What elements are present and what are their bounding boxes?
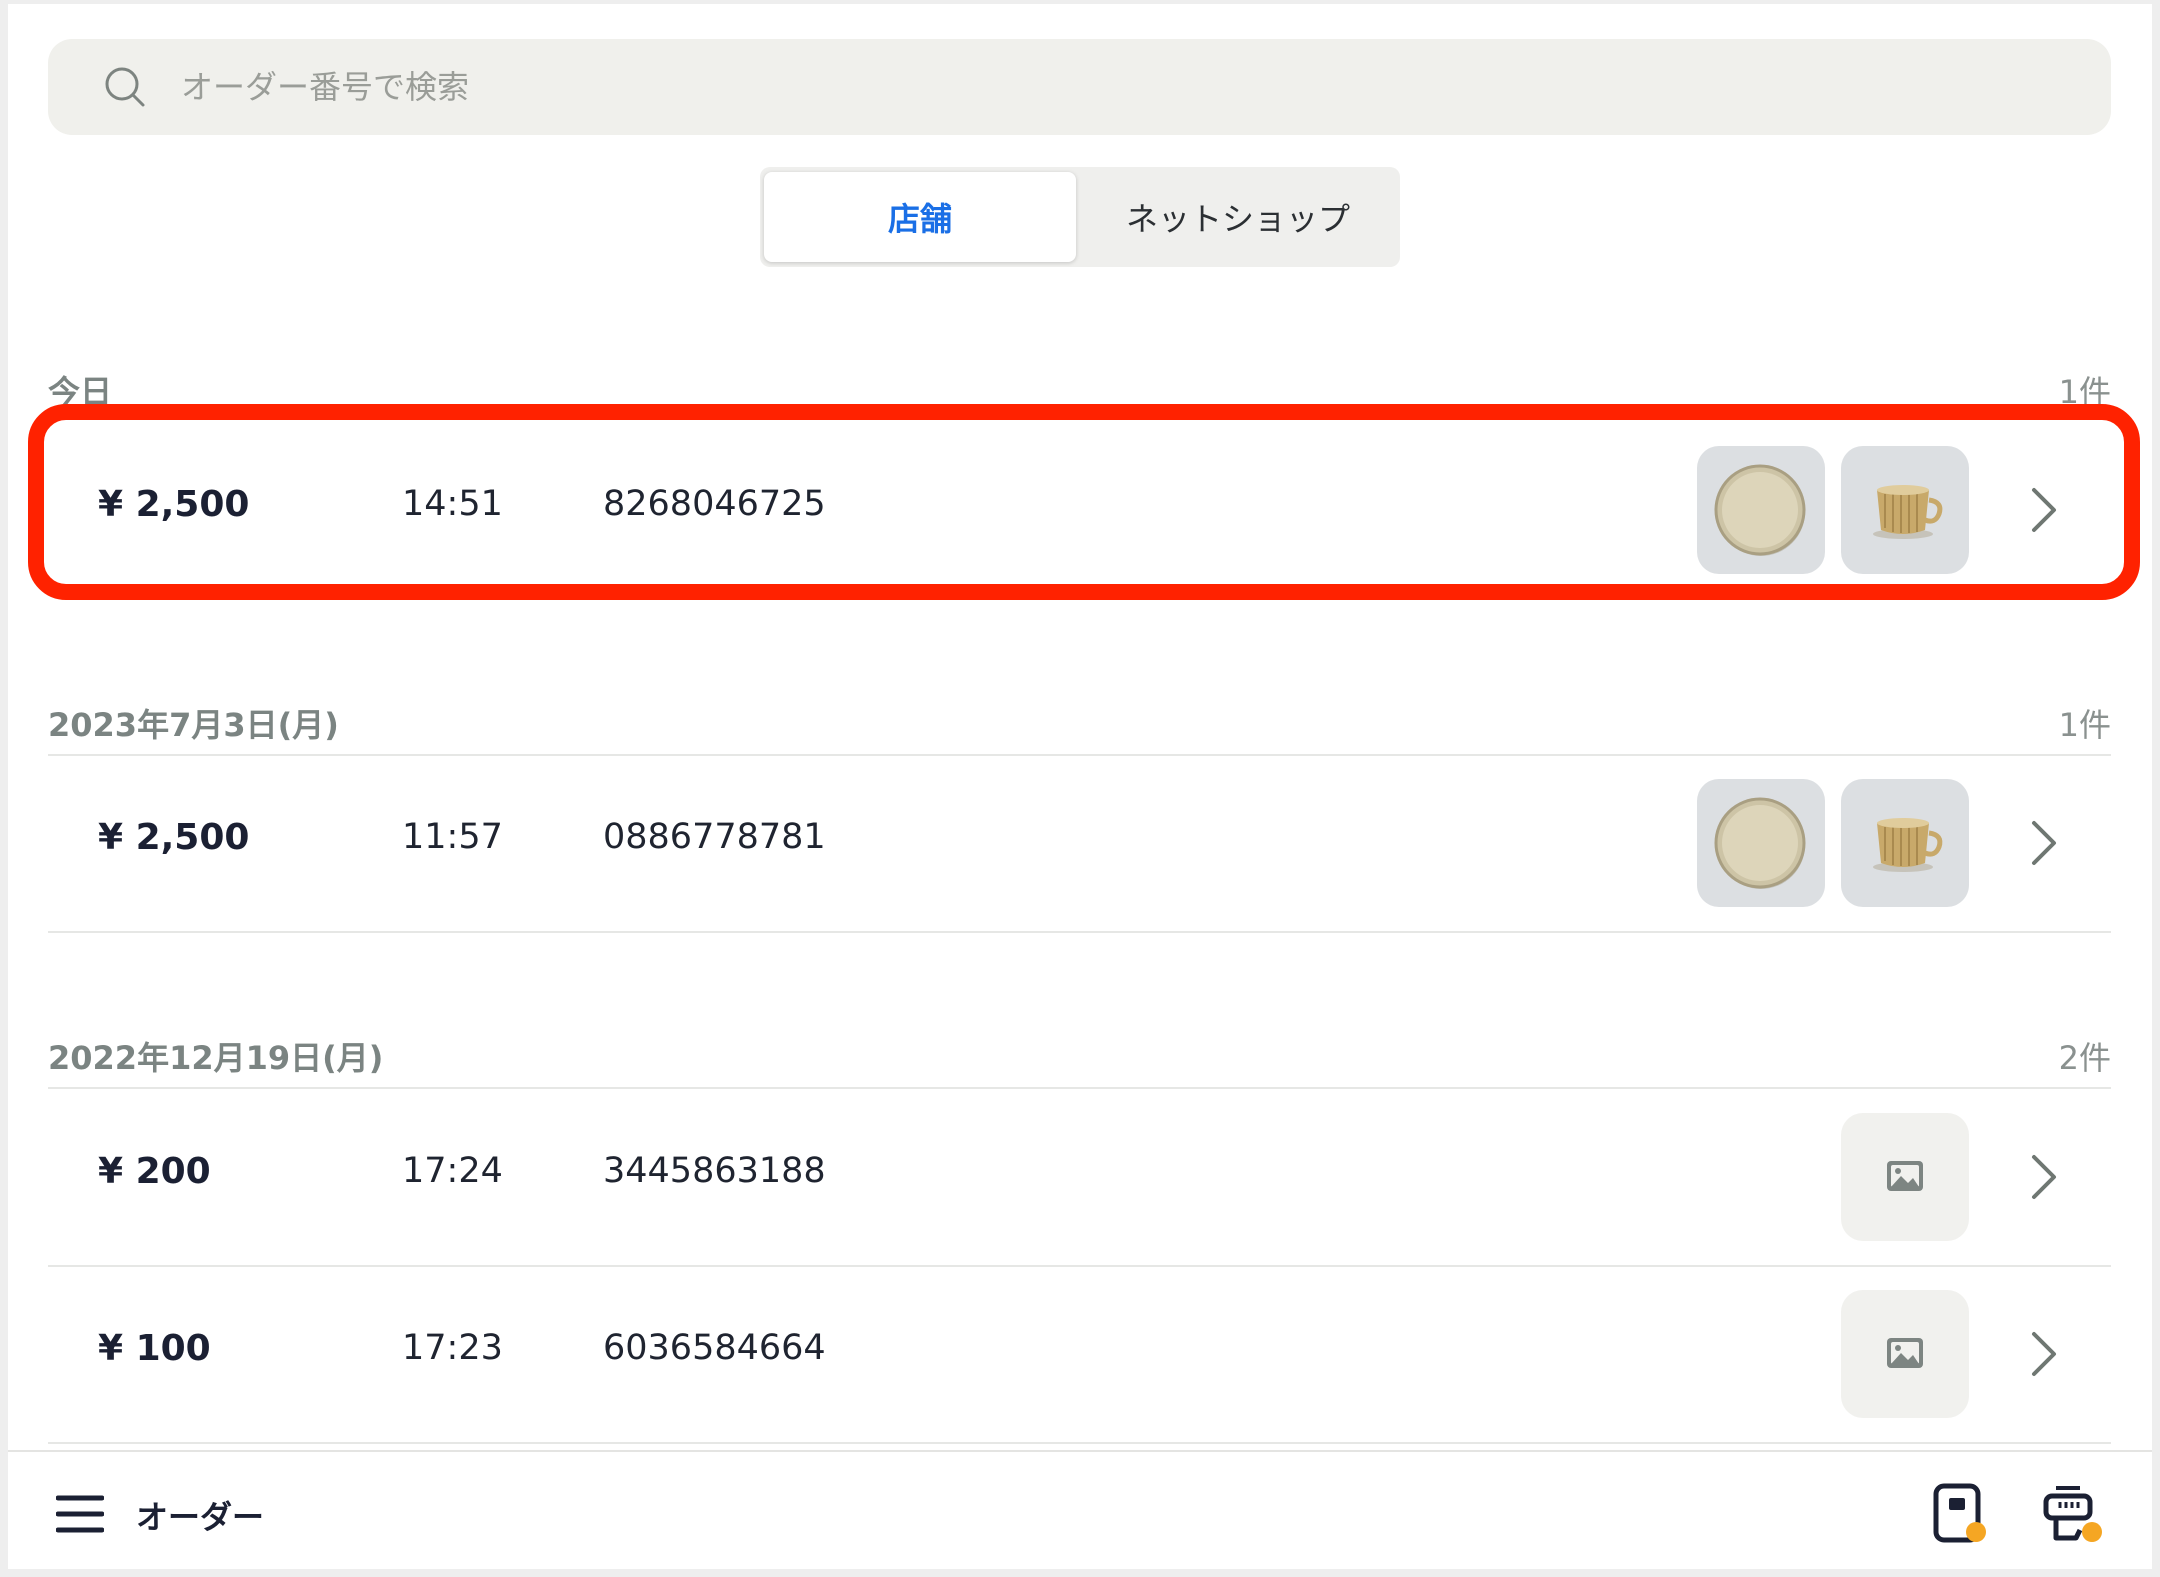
search-bar[interactable] xyxy=(48,39,2111,135)
plate-thumbnail xyxy=(1697,779,1825,907)
tab-netshop[interactable]: ネットショップ xyxy=(1080,172,1396,262)
page-title: オーダー xyxy=(136,1498,265,1536)
cup-thumbnail xyxy=(1841,779,1969,907)
section-count: 2件 xyxy=(2058,1039,2111,1077)
order-time: 17:24 xyxy=(402,1151,503,1191)
chevron-right-icon xyxy=(2032,488,2056,532)
order-row[interactable]: ¥ 100 17:23 6036584664 xyxy=(48,1266,2111,1442)
section-count: 1件 xyxy=(2058,373,2111,411)
order-time: 17:23 xyxy=(402,1328,503,1368)
menu-icon[interactable] xyxy=(56,1494,104,1534)
section-title: 今日 xyxy=(48,373,113,411)
app-frame: 店舗 ネットショップ 今日 1件 ¥ 2,500 14:51 826804672… xyxy=(8,4,2152,1569)
section-header-today: 今日 1件 xyxy=(48,359,2111,419)
tab-store[interactable]: 店舗 xyxy=(764,172,1076,262)
chevron-right-icon xyxy=(2032,1332,2056,1376)
order-time: 14:51 xyxy=(402,484,503,524)
cup-thumbnail xyxy=(1841,446,1969,574)
divider xyxy=(48,1442,2111,1444)
order-price: ¥ 200 xyxy=(98,1151,211,1192)
search-input[interactable] xyxy=(181,57,1981,117)
section-title: 2023年7月3日(月) xyxy=(48,706,339,744)
search-icon xyxy=(105,67,145,107)
chevron-right-icon xyxy=(2032,1155,2056,1199)
order-price: ¥ 2,500 xyxy=(98,484,250,525)
order-number: 8268046725 xyxy=(603,484,826,524)
bottom-bar: オーダー xyxy=(8,1450,2152,1569)
order-price: ¥ 2,500 xyxy=(98,817,250,858)
image-placeholder-icon xyxy=(1887,1338,1923,1368)
order-row[interactable]: ¥ 200 17:24 3445863188 xyxy=(48,1089,2111,1265)
divider xyxy=(48,931,2111,933)
section-header-2023-07-03: 2023年7月3日(月) 1件 xyxy=(48,692,2111,752)
image-placeholder-thumbnail xyxy=(1841,1290,1969,1418)
order-time: 11:57 xyxy=(402,817,503,857)
section-count: 1件 xyxy=(2058,706,2111,744)
section-title: 2022年12月19日(月) xyxy=(48,1039,384,1077)
order-row[interactable]: ¥ 2,500 14:51 8268046725 xyxy=(48,422,2111,598)
order-number: 0886778781 xyxy=(603,817,826,857)
order-number: 6036584664 xyxy=(603,1328,826,1368)
order-number: 3445863188 xyxy=(603,1151,826,1191)
card-reader-icon[interactable] xyxy=(1932,1482,1990,1544)
receipt-printer-icon[interactable] xyxy=(2042,1482,2106,1544)
order-row[interactable]: ¥ 2,500 11:57 0886778781 xyxy=(48,755,2111,931)
section-header-2022-12-19: 2022年12月19日(月) 2件 xyxy=(48,1025,2111,1085)
image-placeholder-thumbnail xyxy=(1841,1113,1969,1241)
chevron-right-icon xyxy=(2032,821,2056,865)
channel-segmented-control: 店舗 ネットショップ xyxy=(760,167,1400,267)
plate-thumbnail xyxy=(1697,446,1825,574)
order-price: ¥ 100 xyxy=(98,1328,211,1369)
image-placeholder-icon xyxy=(1887,1161,1923,1191)
